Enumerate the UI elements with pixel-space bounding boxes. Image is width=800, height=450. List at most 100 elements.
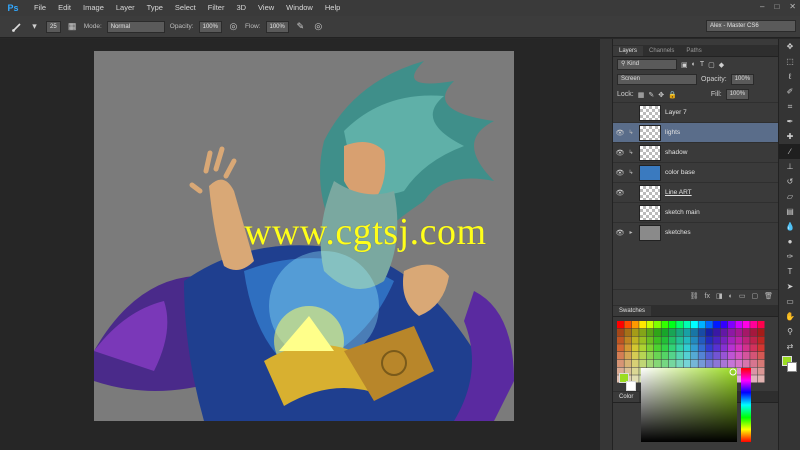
swatch-cell[interactable] — [720, 344, 728, 352]
swatch-cell[interactable] — [728, 344, 735, 352]
swatch-cell[interactable] — [639, 321, 647, 329]
lock-all-icon[interactable]: 🔒 — [668, 91, 677, 99]
swatch-cell[interactable] — [617, 328, 624, 336]
history-brush-tool-icon[interactable]: ↺ — [779, 174, 800, 189]
swatch-cell[interactable] — [617, 359, 624, 367]
swatch-cell[interactable] — [757, 336, 765, 344]
swatch-cell[interactable] — [728, 352, 735, 360]
eye-icon[interactable]: 👁 — [613, 149, 627, 157]
swatch-cell[interactable] — [720, 321, 728, 329]
swatch-cell[interactable] — [691, 352, 698, 360]
swatch-cell[interactable] — [631, 344, 639, 352]
swatch-cell[interactable] — [668, 321, 676, 329]
layer-row[interactable]: sketch main — [613, 202, 779, 222]
swatch-cell[interactable] — [631, 367, 639, 375]
trash-icon[interactable]: 🗑 — [764, 292, 773, 300]
brush-tool-icon[interactable] — [10, 20, 23, 33]
swatch-cell[interactable] — [676, 321, 684, 329]
swatch-cell[interactable] — [639, 336, 647, 344]
swatch-cell[interactable] — [654, 328, 661, 336]
swatch-cell[interactable] — [691, 344, 698, 352]
chevron-down-icon[interactable]: ▾ — [28, 20, 41, 33]
swatch-cell[interactable] — [624, 336, 632, 344]
stamp-tool-icon[interactable]: ⊥ — [779, 159, 800, 174]
filter-type-icon[interactable]: T — [700, 61, 704, 68]
swatch-cell[interactable] — [683, 336, 691, 344]
swatch-cell[interactable] — [639, 352, 647, 360]
fill-field[interactable]: 100% — [725, 89, 750, 100]
swatch-cell[interactable] — [661, 344, 669, 352]
swatch-cell[interactable] — [691, 328, 698, 336]
swatch-cell[interactable] — [742, 359, 750, 367]
swatch-cell[interactable] — [742, 321, 750, 329]
fx-icon[interactable]: fx — [705, 293, 710, 300]
eyedropper-tool-icon[interactable]: ✒ — [779, 114, 800, 129]
lock-transparent-icon[interactable]: ▦ — [638, 91, 645, 99]
swatch-cell[interactable] — [713, 336, 721, 344]
swatch-cell[interactable] — [750, 321, 758, 329]
swatch-cell[interactable] — [661, 359, 669, 367]
swatch-cell[interactable] — [683, 352, 691, 360]
eye-icon[interactable]: 👁 — [613, 229, 627, 237]
menu-window[interactable]: Window — [280, 0, 319, 16]
tab-channels[interactable]: Channels — [643, 46, 680, 56]
tool-color-swatches[interactable] — [779, 354, 800, 378]
swatch-cell[interactable] — [750, 328, 758, 336]
swatch-cell[interactable] — [757, 359, 765, 367]
swatch-cell[interactable] — [631, 336, 639, 344]
swatch-cell[interactable] — [631, 352, 639, 360]
filter-adjust-icon[interactable]: ◐ — [692, 61, 696, 68]
eye-icon[interactable]: 👁 — [613, 169, 627, 177]
hand-tool-icon[interactable]: ✋ — [779, 309, 800, 324]
swatch-cell[interactable] — [624, 359, 632, 367]
tab-swatches[interactable]: Swatches — [613, 306, 652, 316]
background-color-swatch[interactable] — [626, 381, 636, 391]
brush-tool-icon[interactable]: ∕ — [779, 144, 800, 159]
menu-file[interactable]: File — [28, 0, 52, 16]
swatch-cell[interactable] — [624, 352, 632, 360]
swatch-cell[interactable] — [676, 336, 684, 344]
swatch-cell[interactable] — [750, 352, 758, 360]
menu-help[interactable]: Help — [319, 0, 346, 16]
swatch-cell[interactable] — [698, 344, 706, 352]
swatch-cell[interactable] — [617, 344, 624, 352]
filter-shape-icon[interactable]: ▢ — [708, 61, 715, 69]
menu-type[interactable]: Type — [141, 0, 169, 16]
swatch-cell[interactable] — [735, 352, 743, 360]
swatch-cell[interactable] — [757, 375, 765, 383]
swatch-cell[interactable] — [683, 344, 691, 352]
swatch-cell[interactable] — [705, 352, 713, 360]
swatch-cell[interactable] — [631, 359, 639, 367]
swatch-cell[interactable] — [742, 344, 750, 352]
lock-position-icon[interactable]: ✥ — [658, 91, 664, 99]
swatch-cell[interactable] — [750, 375, 758, 383]
swatch-cell[interactable] — [617, 321, 624, 329]
menu-view[interactable]: View — [252, 0, 280, 16]
swatch-cell[interactable] — [676, 328, 684, 336]
dodge-tool-icon[interactable]: ● — [779, 234, 800, 249]
layer-opacity-field[interactable]: 100% — [730, 74, 755, 85]
menu-3d[interactable]: 3D — [230, 0, 252, 16]
swatch-cell[interactable] — [617, 352, 624, 360]
swatch-cell[interactable] — [728, 321, 735, 329]
path-select-tool-icon[interactable]: ➤ — [779, 279, 800, 294]
swatch-cell[interactable] — [661, 352, 669, 360]
pressure-size-icon[interactable]: ◎ — [312, 20, 325, 33]
swatch-cell[interactable] — [713, 344, 721, 352]
swatch-cell[interactable] — [639, 359, 647, 367]
layer-row[interactable]: 👁 Line ART — [613, 182, 779, 202]
swatch-cell[interactable] — [646, 344, 654, 352]
swatch-cell[interactable] — [728, 359, 735, 367]
tab-color[interactable]: Color — [613, 392, 640, 402]
swatch-cell[interactable] — [646, 328, 654, 336]
maximize-icon[interactable]: □ — [774, 2, 779, 11]
swatch-cell[interactable] — [691, 321, 698, 329]
group-row[interactable]: 👁 ▸ sketches — [613, 222, 779, 242]
swatch-cell[interactable] — [742, 336, 750, 344]
tab-layers[interactable]: Layers — [613, 46, 644, 56]
swatch-cell[interactable] — [676, 344, 684, 352]
eye-icon[interactable]: 👁 — [613, 129, 627, 137]
brush-size-field[interactable]: 25 — [46, 20, 61, 33]
swatch-cell[interactable] — [639, 344, 647, 352]
swatch-cell[interactable] — [661, 336, 669, 344]
